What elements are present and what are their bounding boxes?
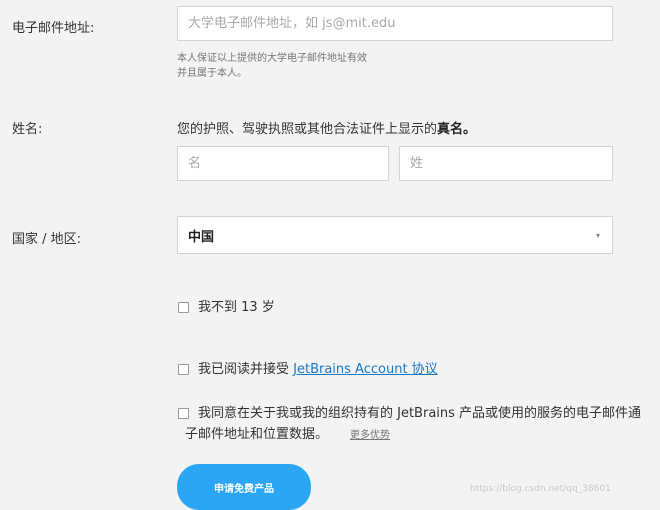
under-13-label: 我不到 13 岁 — [198, 300, 275, 315]
name-description: 您的护照、驾驶执照或其他合法证件上显示的真名。 — [177, 118, 476, 137]
last-name-input[interactable] — [399, 146, 613, 181]
agree-terms-checkbox[interactable] — [178, 364, 189, 375]
first-name-input[interactable] — [177, 146, 389, 181]
agree-terms-label: 我已阅读并接受 JetBrains Account 协议 — [198, 359, 438, 380]
marketing-consent-line-2: 子邮件地址和位置数据。 更多优势 — [185, 424, 390, 446]
agree-terms-text: 我已阅读并接受 — [198, 362, 294, 377]
marketing-consent-text: 子邮件地址和位置数据。 — [185, 427, 329, 442]
email-hint: 本人保证以上提供的大学电子邮件地址有效 并且属于本人。 — [177, 51, 407, 81]
country-label: 国家 / 地区: — [12, 232, 82, 247]
email-hint-line-2: 并且属于本人。 — [177, 68, 247, 79]
name-description-text: 您的护照、驾驶执照或其他合法证件上显示的 — [177, 122, 438, 137]
email-label: 电子邮件地址: — [12, 21, 95, 36]
watermark-text: https://blog.csdn.net/qq_38601 — [470, 484, 611, 494]
name-label: 姓名: — [12, 122, 43, 137]
under-13-checkbox[interactable] — [178, 302, 189, 313]
email-hint-line-1: 本人保证以上提供的大学电子邮件地址有效 — [177, 53, 367, 64]
apply-free-product-button[interactable]: 申请免费产品 — [177, 464, 311, 510]
jetbrains-account-agreement-link[interactable]: JetBrains Account 协议 — [293, 362, 438, 377]
more-benefits-link[interactable]: 更多优势 — [350, 430, 390, 441]
country-select[interactable]: 中国 ▾ — [177, 216, 613, 254]
name-description-bold: 真名。 — [437, 122, 477, 137]
chevron-down-icon: ▾ — [595, 230, 600, 240]
marketing-consent-line-1: 我同意在关于我或我的组织持有的 JetBrains 产品或使用的服务的电子邮件通 — [198, 406, 642, 421]
country-selected-value: 中国 — [188, 229, 215, 245]
email-input[interactable] — [177, 6, 613, 41]
marketing-consent-checkbox[interactable] — [178, 408, 189, 419]
